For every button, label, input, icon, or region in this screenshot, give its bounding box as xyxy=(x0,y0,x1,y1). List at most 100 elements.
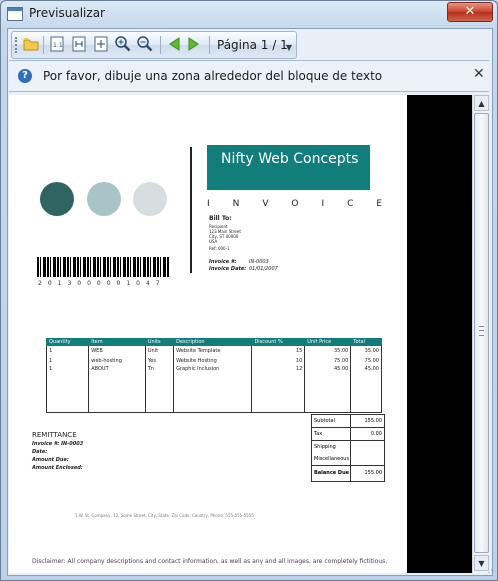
table-cell: Graphic Inclusion xyxy=(173,366,253,413)
window-content: 1:1 Página 1 / 1 ▼ ? Por favor, dibuje u… xyxy=(7,28,493,576)
invoice-date: 01/01/2007 xyxy=(249,266,278,272)
window-icon xyxy=(7,7,23,21)
open-folder-icon[interactable] xyxy=(22,35,40,53)
line-items-table: Quantity Item Units Description Discount… xyxy=(45,338,382,413)
column-header: Item xyxy=(88,338,146,346)
toolbar-separator xyxy=(160,36,161,54)
barcode xyxy=(37,257,169,277)
table-cell: 35.00 xyxy=(350,345,382,356)
scroll-grip-icon xyxy=(479,326,484,336)
toolbar-separator xyxy=(43,36,44,54)
table-cell: web-hosting xyxy=(88,356,146,366)
totals-row: Tax 0.00 xyxy=(312,428,384,441)
table-cell: 75.00 xyxy=(304,356,352,366)
company-name: Nifty Web Concepts xyxy=(221,151,359,167)
disclaimer: Disclaimer: All company descriptions and… xyxy=(32,558,388,565)
totals-label: Tax xyxy=(314,431,323,437)
table-cell: 45.00 xyxy=(350,366,382,413)
table-row: 1 WEB Unit Website Template 15 35.00 35.… xyxy=(45,345,382,356)
totals-label: Subtotal xyxy=(314,418,335,424)
window-title: Previsualizar xyxy=(29,6,105,20)
table-cell: Website Hosting xyxy=(173,356,253,366)
zoom-out-icon[interactable] xyxy=(136,35,154,53)
toolbar-separator xyxy=(209,36,210,54)
totals-row: Shipping xyxy=(312,441,384,453)
table-cell: Tn xyxy=(144,366,175,413)
table-cell: 1 xyxy=(45,366,90,413)
table-cell: 12 xyxy=(251,366,306,413)
logo-circle xyxy=(133,182,167,216)
totals-row: Balance Due 155.00 xyxy=(312,467,384,479)
column-header: Description xyxy=(173,338,253,346)
fit-width-icon[interactable] xyxy=(70,35,88,53)
company-banner: Nifty Web Concepts xyxy=(207,145,370,190)
invoice-number: IN-0003 xyxy=(249,259,269,265)
page-indicator: Página 1 / 1 xyxy=(217,38,288,52)
invoice-page[interactable]: Nifty Web Concepts INVOICE Bill To: Reci… xyxy=(9,95,407,573)
totals-value: 155.00 xyxy=(364,470,383,476)
preview-area[interactable]: Nifty Web Concepts INVOICE Bill To: Reci… xyxy=(9,95,472,573)
totals-box: Subtotal 155.00 Tax 0.00 Shipping Miscel… xyxy=(311,414,385,482)
help-icon: ? xyxy=(18,69,32,83)
next-page-icon[interactable] xyxy=(185,35,203,53)
remittance-line: Amount Due: xyxy=(32,457,69,463)
logo-circle xyxy=(87,182,121,216)
barcode-digits: 2013000001047 xyxy=(38,280,166,287)
invoice-date-label: Invoice Date: xyxy=(209,266,247,272)
table-row: 1 web-hosting Yes Website Hosting 10 75.… xyxy=(45,356,382,366)
column-header: Quantity xyxy=(45,338,90,346)
scroll-up-icon[interactable]: ▲ xyxy=(474,95,489,111)
totals-value: 155.00 xyxy=(364,418,383,424)
bill-to-line: USA xyxy=(209,239,218,244)
table-cell: Yes xyxy=(144,356,175,366)
table-cell: Website Template xyxy=(173,345,253,356)
table-cell: WEB xyxy=(88,345,146,356)
preview-window: Previsualizar ✕ 1:1 Página 1 / 1 ▼ ? Por… xyxy=(0,0,498,581)
remittance-line: Date: xyxy=(32,449,48,455)
totals-value: 0.00 xyxy=(370,431,382,437)
divider-line xyxy=(190,147,192,273)
info-message: Por favor, dibuje una zona alrededor del… xyxy=(43,69,383,83)
column-header: Discount % xyxy=(251,338,306,346)
preview-toolbar: 1:1 Página 1 / 1 ▼ xyxy=(11,31,297,59)
column-header: Units xyxy=(144,338,175,346)
table-cell: 10 xyxy=(251,356,306,366)
resize-grip-icon[interactable]: ⋰ xyxy=(485,568,495,578)
one-page-icon[interactable]: 1:1 xyxy=(48,35,66,53)
remittance-line: Amount Enclosed: xyxy=(32,465,83,471)
totals-label: Shipping xyxy=(314,444,336,450)
svg-text:1:1: 1:1 xyxy=(53,42,63,49)
totals-label: Balance Due xyxy=(314,470,350,476)
table-cell: Unit xyxy=(144,345,175,356)
bill-to-label: Bill To: xyxy=(209,215,232,222)
logo-circle xyxy=(40,182,74,216)
table-cell: ABOUT xyxy=(88,366,146,413)
table-cell: 75.00 xyxy=(350,356,382,366)
table-cell: 35.00 xyxy=(304,345,352,356)
totals-label: Miscellaneous xyxy=(314,456,350,462)
fit-page-icon[interactable] xyxy=(92,35,110,53)
table-cell: 1 xyxy=(45,356,90,366)
toolbar-overflow-icon[interactable]: ▼ xyxy=(284,36,294,54)
scroll-thumb[interactable] xyxy=(474,113,489,553)
column-header: Unit Price xyxy=(304,338,352,346)
totals-row: Subtotal 155.00 xyxy=(312,415,384,428)
bill-to-line: Ref: 000-1 xyxy=(209,246,230,251)
toolbar-grip[interactable] xyxy=(15,37,20,53)
column-header: Total xyxy=(350,338,382,346)
invoice-heading: INVOICE xyxy=(207,199,406,209)
invoice-number-label: Invoice #: xyxy=(209,259,237,265)
vertical-scrollbar[interactable]: ▲ ▼ xyxy=(472,95,490,573)
table-row: 1 ABOUT Tn Graphic Inclusion 12 45.00 45… xyxy=(45,366,382,413)
table-cell: 1 xyxy=(45,345,90,356)
remittance-line: Invoice #: IN-0003 xyxy=(32,441,84,447)
previous-page-icon[interactable] xyxy=(165,35,183,53)
footer-address: 1 W. St. Company, 12, Some Street, City,… xyxy=(75,513,254,518)
remittance-title: REMITTANCE xyxy=(32,431,77,439)
title-bar[interactable]: Previsualizar ✕ xyxy=(1,1,497,27)
close-window-button[interactable]: ✕ xyxy=(447,2,493,22)
zoom-in-icon[interactable] xyxy=(114,35,132,53)
info-bar: ? Por favor, dibuje una zona alrededor d… xyxy=(9,60,489,92)
close-infobar-icon[interactable]: ✕ xyxy=(473,66,485,82)
table-cell: 15 xyxy=(251,345,306,356)
